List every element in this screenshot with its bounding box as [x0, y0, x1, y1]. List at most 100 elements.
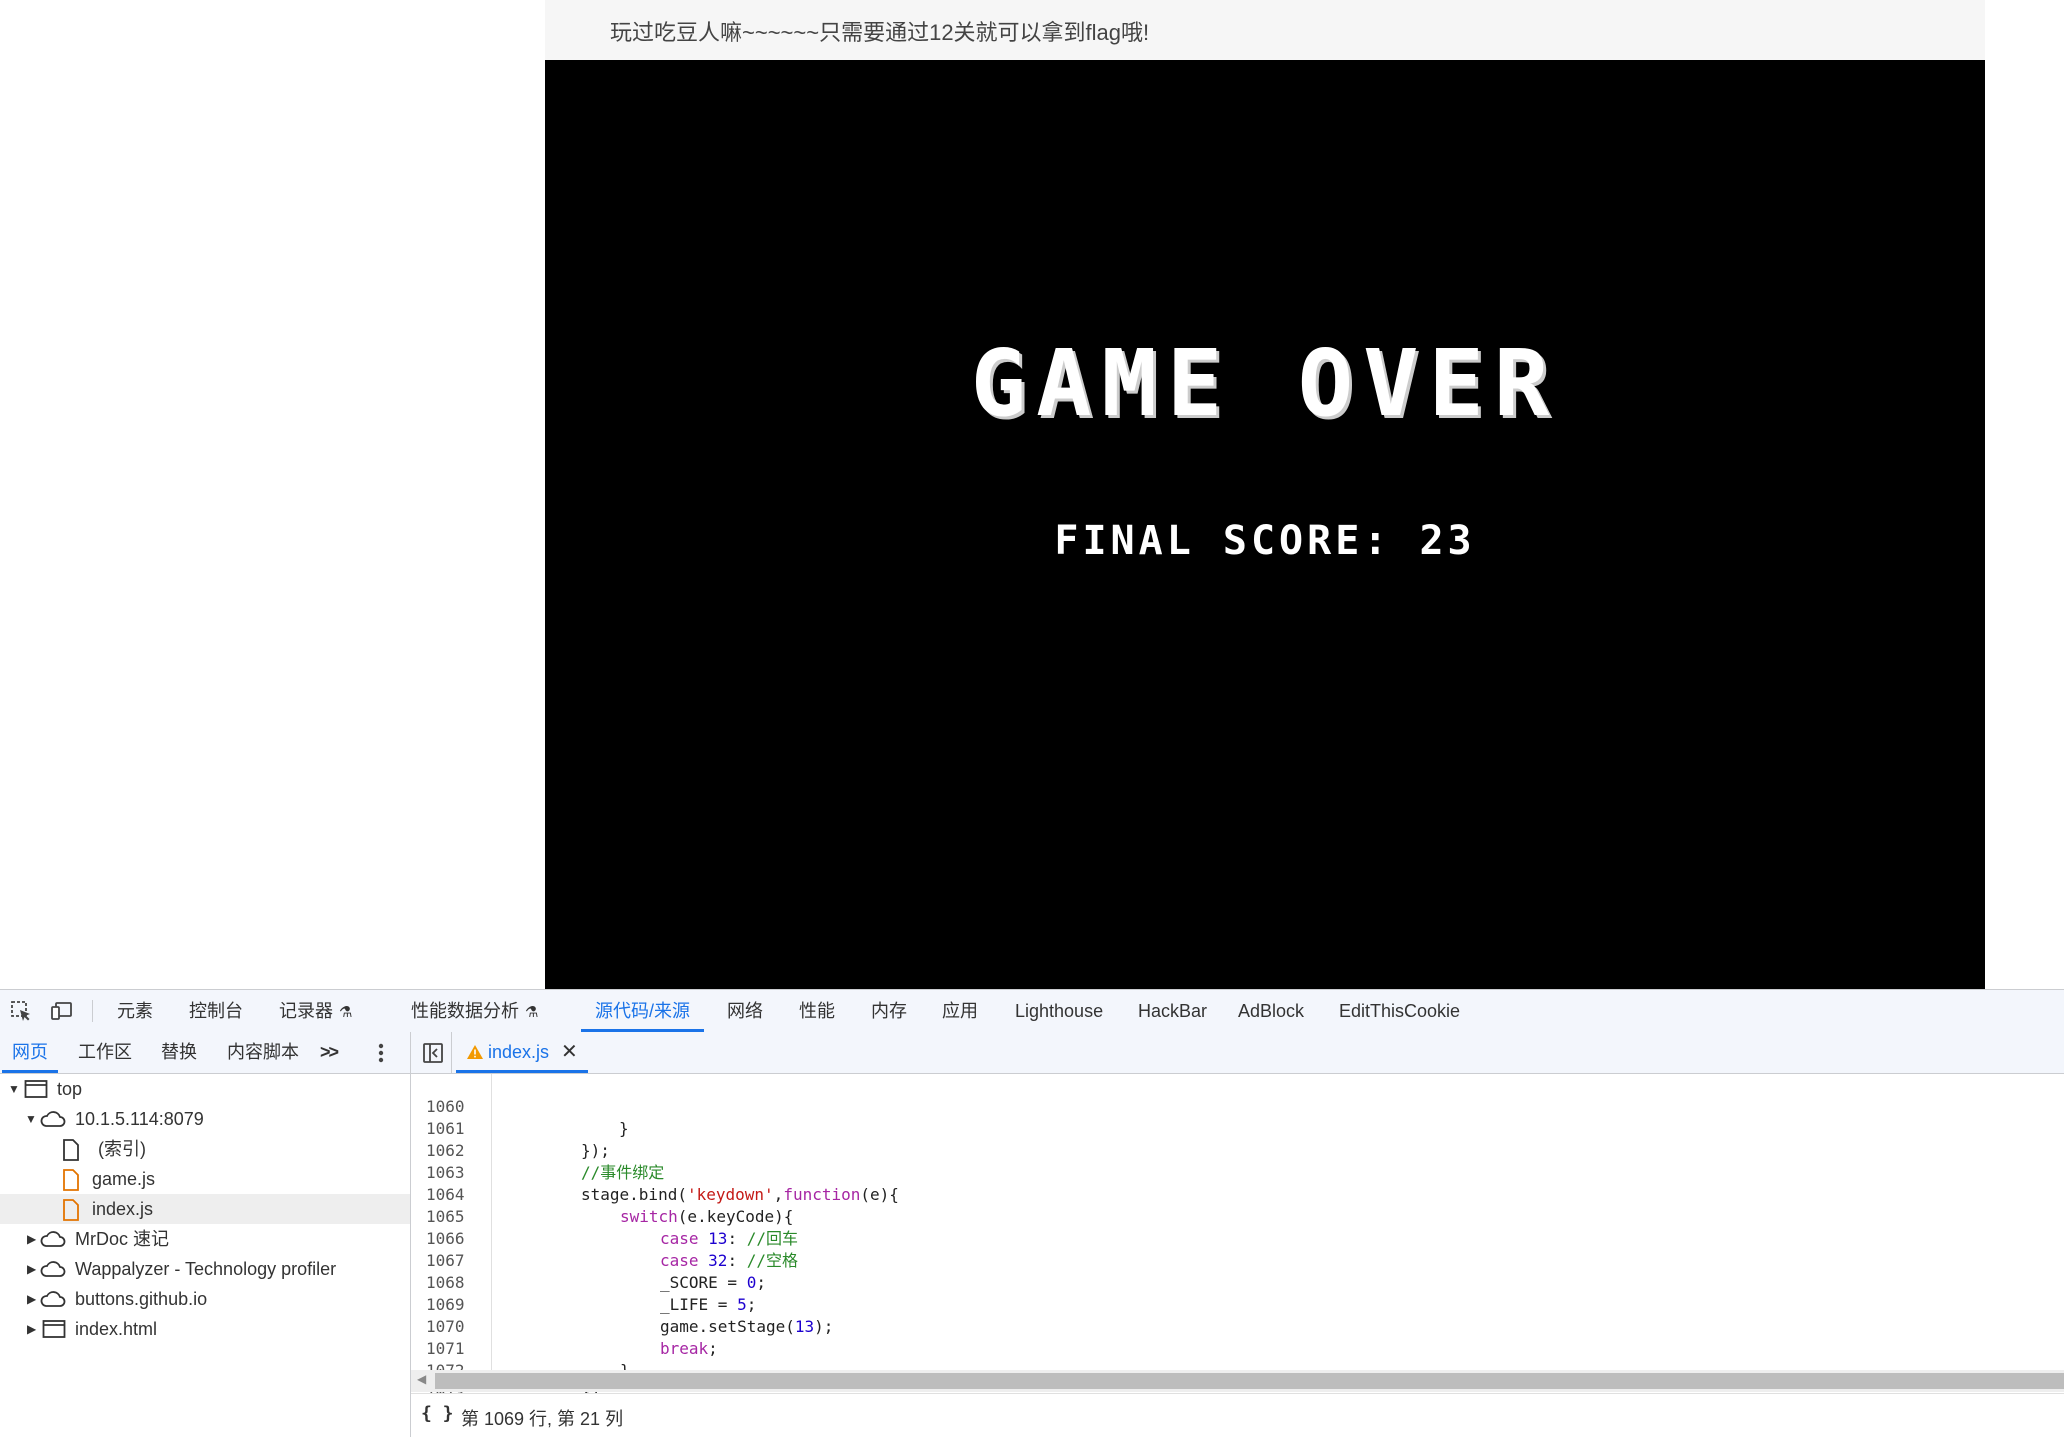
tab-elements[interactable]: 元素	[117, 990, 153, 1032]
tree-item-index[interactable]: (索引)	[0, 1134, 410, 1164]
tab-application[interactable]: 应用	[942, 990, 978, 1032]
expanded-triangle-icon[interactable]: ▼	[25, 1104, 37, 1134]
game-canvas[interactable]: GAME OVER FINAL SCORE: 23	[545, 60, 1985, 989]
code-number: 13	[794, 1317, 815, 1336]
tab-network[interactable]: 网络	[727, 990, 763, 1032]
code-comment: //回车	[746, 1229, 798, 1248]
tab-content-scripts[interactable]: 内容脚本	[227, 1032, 299, 1073]
code-token: :	[727, 1251, 747, 1270]
expanded-triangle-icon[interactable]: ▼	[8, 1074, 20, 1104]
code-line: 1066 case 32: //空格	[411, 1206, 798, 1270]
collapsed-triangle-icon[interactable]: ▶	[27, 1254, 36, 1284]
code-number: 32	[708, 1251, 728, 1270]
warning-icon	[467, 1045, 483, 1059]
tree-label: buttons.github.io	[75, 1289, 208, 1309]
tree-item-top[interactable]: ▼ top	[0, 1074, 410, 1104]
tab-workspace[interactable]: 工作区	[78, 1032, 132, 1073]
code-line: 1071 }	[411, 1316, 630, 1380]
code-text: stage.bind('keydown',function(e){	[581, 1184, 899, 1206]
scroll-left-icon[interactable]: ◀	[417, 1372, 426, 1386]
document-icon	[63, 1139, 79, 1161]
tree-item-index-html[interactable]: ▶ index.html	[0, 1314, 410, 1344]
tab-hackbar[interactable]: HackBar	[1138, 990, 1207, 1032]
close-icon[interactable]: ✕	[561, 1041, 578, 1063]
tree-item-game-js[interactable]: game.js	[0, 1164, 410, 1194]
js-file-icon	[63, 1169, 79, 1191]
code-keyword: break	[660, 1339, 709, 1358]
tree-label: game.js	[92, 1169, 156, 1189]
tab-performance-insights[interactable]: 性能数据分析 ⚗	[411, 990, 538, 1032]
tab-performance-insights-label: 性能数据分析	[411, 1001, 519, 1021]
flask-icon: ⚗	[339, 1004, 353, 1021]
tab-lighthouse[interactable]: Lighthouse	[1015, 990, 1103, 1032]
code-text: _SCORE = 0;	[660, 1272, 766, 1294]
tab-sources[interactable]: 源代码/来源	[580, 990, 705, 1032]
more-options-icon[interactable]	[378, 1032, 384, 1073]
tab-adblock[interactable]: AdBlock	[1238, 990, 1304, 1032]
code-text: });	[581, 1141, 610, 1160]
tab-page[interactable]: 网页	[2, 1032, 58, 1073]
code-number: 13	[708, 1229, 728, 1248]
horizontal-scrollbar[interactable]: ◀	[411, 1370, 2064, 1392]
cloud-icon	[40, 1261, 66, 1277]
code-line: 1064 switch(e.keyCode){	[411, 1162, 793, 1226]
code-token: _LIFE =	[660, 1295, 738, 1314]
code-text: case 32: //空格	[660, 1250, 798, 1272]
editor-tabs-divider	[451, 1032, 452, 1073]
code-line: 1061 });	[411, 1096, 610, 1160]
code-number: 5	[737, 1295, 747, 1314]
code-line: 1070 break;	[411, 1294, 718, 1358]
code-keyword: case	[660, 1251, 699, 1270]
code-line: 1060 }	[411, 1074, 629, 1138]
frame-icon	[24, 1080, 48, 1098]
code-token: ;	[708, 1339, 718, 1358]
collapsed-triangle-icon[interactable]: ▶	[27, 1284, 36, 1314]
more-tabs-icon[interactable]: >>	[320, 1032, 339, 1073]
toggle-navigator-icon[interactable]	[422, 1032, 444, 1073]
tree-item-buttons[interactable]: ▶ buttons.github.io	[0, 1284, 410, 1314]
code-line: 1072 });	[411, 1338, 610, 1402]
code-text: _LIFE = 5;	[660, 1294, 756, 1316]
pretty-print-icon[interactable]: { }	[421, 1403, 454, 1424]
code-line: 1063 stage.bind('keydown',function(e){	[411, 1140, 899, 1204]
inspect-element-icon[interactable]	[8, 998, 34, 1024]
tab-recorder[interactable]: 记录器 ⚗	[279, 990, 352, 1032]
tree-label: (索引)	[98, 1139, 146, 1159]
tree-item-index-js[interactable]: index.js	[0, 1194, 410, 1224]
collapsed-triangle-icon[interactable]: ▶	[27, 1314, 36, 1344]
file-tree: ▼ top ▼ 10.1.5.114:8079 (索引) game.js ind…	[0, 1074, 411, 1437]
final-score: FINAL SCORE: 23	[1054, 518, 1476, 564]
code-line: 1065 case 13: //回车	[411, 1184, 798, 1248]
tree-item-host[interactable]: ▼ 10.1.5.114:8079	[0, 1104, 410, 1134]
code-line: 1068 _LIFE = 5;	[411, 1250, 756, 1314]
tab-memory[interactable]: 内存	[871, 990, 907, 1032]
tab-console[interactable]: 控制台	[189, 990, 243, 1032]
code-line: 1069 game.setStage(13);	[411, 1272, 833, 1336]
hint-text: 玩过吃豆人嘛~~~~~~只需要通过12关就可以拿到flag哦!	[610, 20, 1150, 45]
code-token: ,	[773, 1185, 784, 1204]
code-line: 1067 _SCORE = 0;	[411, 1228, 766, 1292]
tab-overrides[interactable]: 替换	[161, 1032, 197, 1073]
code-number: 0	[746, 1273, 757, 1292]
code-comment: //事件绑定	[581, 1163, 665, 1182]
tree-label: index.html	[75, 1319, 158, 1339]
code-token: ;	[756, 1273, 766, 1292]
hint-banner: 玩过吃豆人嘛~~~~~~只需要通过12关就可以拿到flag哦!	[545, 0, 1985, 60]
code-keyword: switch	[620, 1207, 678, 1226]
code-token: (e.keyCode){	[677, 1207, 794, 1226]
device-toolbar-icon[interactable]	[49, 998, 75, 1024]
scrollbar-thumb[interactable]	[435, 1373, 2064, 1389]
tree-label: Wappalyzer - Technology profiler	[75, 1259, 337, 1279]
code-token: _SCORE =	[660, 1273, 747, 1292]
code-text: break;	[660, 1338, 718, 1360]
file-tab-index-js[interactable]: index.js ✕	[456, 1032, 588, 1073]
code-editor[interactable]: 1060 } 1061 }); 1062 //事件绑定 1063 stage.b…	[411, 1074, 2064, 1424]
code-token: :	[727, 1229, 747, 1248]
tree-item-wappalyzer[interactable]: ▶ Wappalyzer - Technology profiler	[0, 1254, 410, 1284]
tab-performance[interactable]: 性能	[799, 990, 835, 1032]
collapsed-triangle-icon[interactable]: ▶	[27, 1224, 36, 1254]
code-token: stage.bind(	[581, 1185, 687, 1204]
tab-editthiscookie[interactable]: EditThisCookie	[1339, 990, 1460, 1032]
tree-item-mrdoc[interactable]: ▶ MrDoc 速记	[0, 1224, 410, 1254]
tree-label: 10.1.5.114:8079	[75, 1109, 204, 1129]
